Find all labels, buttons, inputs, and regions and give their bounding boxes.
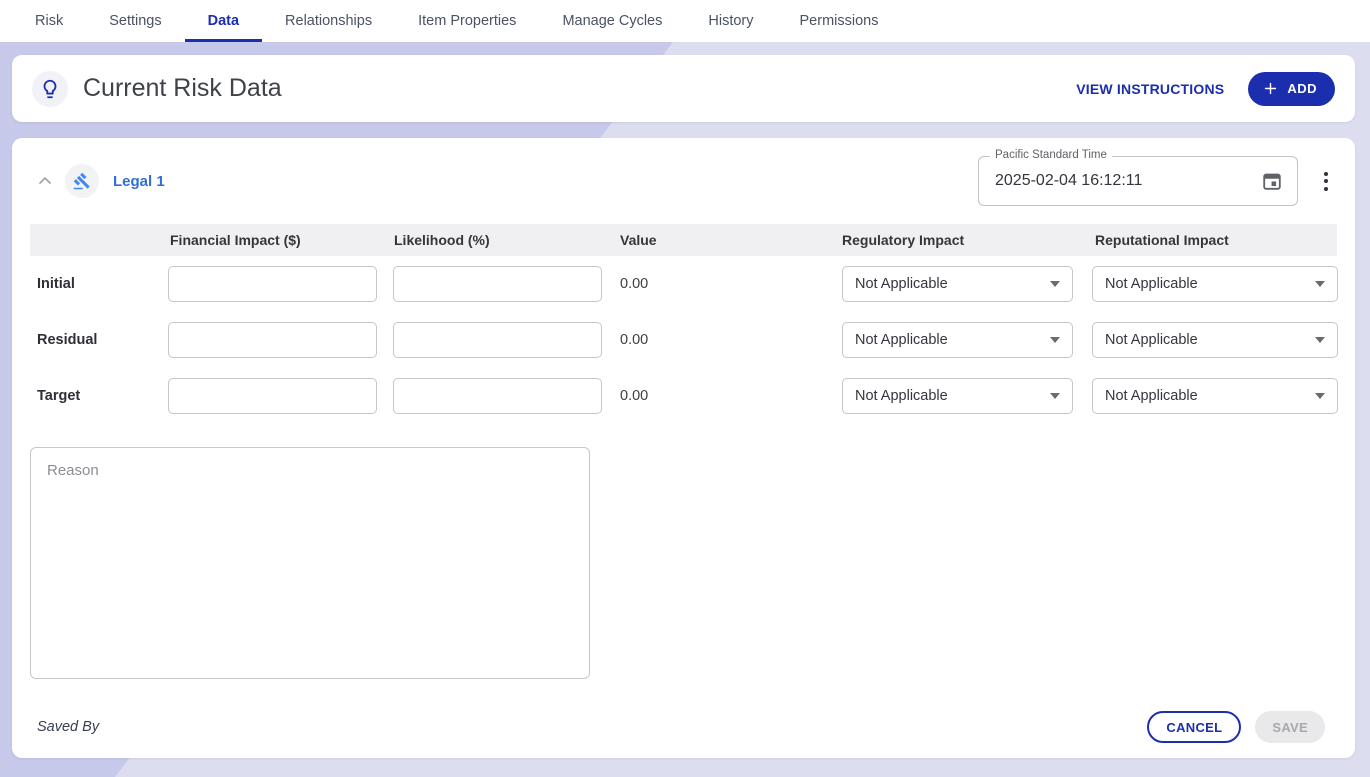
target-likelihood-input[interactable] xyxy=(393,378,602,414)
tab-history[interactable]: History xyxy=(685,0,776,42)
tab-manage-cycles[interactable]: Manage Cycles xyxy=(539,0,685,42)
column-header-value: Value xyxy=(610,232,832,248)
datetime-field: Pacific Standard Time xyxy=(978,156,1298,206)
column-header-financial-impact: Financial Impact ($) xyxy=(168,232,393,248)
selected-option-label: Not Applicable xyxy=(855,388,948,404)
selected-option-label: Not Applicable xyxy=(1105,276,1198,292)
chevron-down-icon xyxy=(1315,393,1325,399)
target-value: 0.00 xyxy=(610,388,832,404)
kebab-dot xyxy=(1324,172,1328,176)
residual-regulatory-impact-select[interactable]: Not Applicable xyxy=(842,322,1073,358)
risk-item-row: Legal 1 Pacific Standard Time xyxy=(30,138,1337,224)
table-row-initial: Initial 0.00 Not Applicable Not Applicab… xyxy=(30,256,1337,312)
table-row-residual: Residual 0.00 Not Applicable Not Applica… xyxy=(30,312,1337,368)
initial-value: 0.00 xyxy=(610,276,832,292)
initial-likelihood-input[interactable] xyxy=(393,266,602,302)
reason-textarea[interactable] xyxy=(30,447,590,679)
row-label-residual: Residual xyxy=(30,332,168,348)
add-button[interactable]: ADD xyxy=(1248,72,1335,106)
residual-financial-impact-input[interactable] xyxy=(168,322,377,358)
selected-option-label: Not Applicable xyxy=(855,276,948,292)
kebab-dot xyxy=(1324,187,1328,191)
initial-reputational-impact-select[interactable]: Not Applicable xyxy=(1092,266,1338,302)
target-reputational-impact-select[interactable]: Not Applicable xyxy=(1092,378,1338,414)
selected-option-label: Not Applicable xyxy=(855,332,948,348)
residual-value: 0.00 xyxy=(610,332,832,348)
more-options-button[interactable] xyxy=(1319,167,1333,196)
footer-buttons: CANCEL SAVE xyxy=(1147,711,1337,743)
gavel-icon xyxy=(65,164,99,198)
row-label-initial: Initial xyxy=(30,276,168,292)
chevron-down-icon xyxy=(1050,281,1060,287)
tab-relationships[interactable]: Relationships xyxy=(262,0,395,42)
initial-regulatory-impact-select[interactable]: Not Applicable xyxy=(842,266,1073,302)
tab-data[interactable]: Data xyxy=(185,0,262,42)
tab-risk[interactable]: Risk xyxy=(12,0,86,42)
page-header-card: Current Risk Data VIEW INSTRUCTIONS ADD xyxy=(12,55,1355,122)
column-header-likelihood: Likelihood (%) xyxy=(393,232,610,248)
lightbulb-icon xyxy=(32,71,68,107)
selected-option-label: Not Applicable xyxy=(1105,332,1198,348)
selected-option-label: Not Applicable xyxy=(1105,388,1198,404)
cancel-button[interactable]: CANCEL xyxy=(1147,711,1241,743)
save-button[interactable]: SAVE xyxy=(1255,711,1325,743)
collapse-button[interactable] xyxy=(35,171,55,191)
risk-row-controls: Pacific Standard Time xyxy=(978,156,1337,206)
tab-item-properties[interactable]: Item Properties xyxy=(395,0,539,42)
tab-settings[interactable]: Settings xyxy=(86,0,184,42)
add-button-label: ADD xyxy=(1287,81,1317,96)
timezone-label: Pacific Standard Time xyxy=(990,149,1112,161)
datetime-input[interactable] xyxy=(995,172,1259,190)
view-instructions-button[interactable]: VIEW INSTRUCTIONS xyxy=(1076,81,1224,97)
calendar-icon xyxy=(1261,170,1283,192)
chevron-down-icon xyxy=(1050,337,1060,343)
plus-icon xyxy=(1262,80,1279,97)
card-footer: Saved By CANCEL SAVE xyxy=(30,711,1337,743)
residual-likelihood-input[interactable] xyxy=(393,322,602,358)
row-label-target: Target xyxy=(30,388,168,404)
risk-data-card: Legal 1 Pacific Standard Time xyxy=(12,138,1355,758)
chevron-down-icon xyxy=(1050,393,1060,399)
chevron-up-icon xyxy=(35,171,55,191)
tab-bar: Risk Settings Data Relationships Item Pr… xyxy=(0,0,1370,42)
saved-by-label: Saved By xyxy=(30,719,99,735)
initial-financial-impact-input[interactable] xyxy=(168,266,377,302)
chevron-down-icon xyxy=(1315,281,1325,287)
table-row-target: Target 0.00 Not Applicable Not Applicabl… xyxy=(30,368,1337,424)
target-regulatory-impact-select[interactable]: Not Applicable xyxy=(842,378,1073,414)
tab-permissions[interactable]: Permissions xyxy=(777,0,902,42)
risk-item-name[interactable]: Legal 1 xyxy=(113,173,165,190)
residual-reputational-impact-select[interactable]: Not Applicable xyxy=(1092,322,1338,358)
column-header-regulatory-impact: Regulatory Impact xyxy=(832,232,1082,248)
chevron-down-icon xyxy=(1315,337,1325,343)
kebab-dot xyxy=(1324,179,1328,183)
target-financial-impact-input[interactable] xyxy=(168,378,377,414)
page-title: Current Risk Data xyxy=(83,74,282,103)
column-header-reputational-impact: Reputational Impact xyxy=(1082,232,1337,248)
header-actions: VIEW INSTRUCTIONS ADD xyxy=(1076,72,1335,106)
calendar-picker-button[interactable] xyxy=(1259,168,1285,194)
table-header-row: Financial Impact ($) Likelihood (%) Valu… xyxy=(30,224,1337,256)
